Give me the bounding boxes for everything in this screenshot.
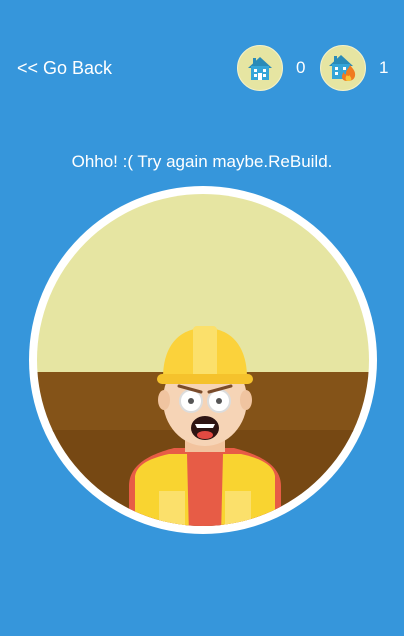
houses-built-counter: 0 xyxy=(237,44,305,92)
result-scene xyxy=(29,186,377,534)
burning-house-icon xyxy=(329,55,356,81)
houses-built-count: 0 xyxy=(296,58,306,77)
house-badge xyxy=(237,45,283,91)
burning-house-badge xyxy=(320,45,366,91)
go-back-link[interactable]: << Go Back xyxy=(17,57,112,79)
shocked-builder-illustration xyxy=(29,186,377,534)
houses-burned-counter: 1 xyxy=(320,44,388,92)
houses-burned-count: 1 xyxy=(379,58,389,77)
house-icon xyxy=(248,57,272,80)
status-message: Ohho! :( Try again maybe.ReBuild. xyxy=(71,152,333,171)
